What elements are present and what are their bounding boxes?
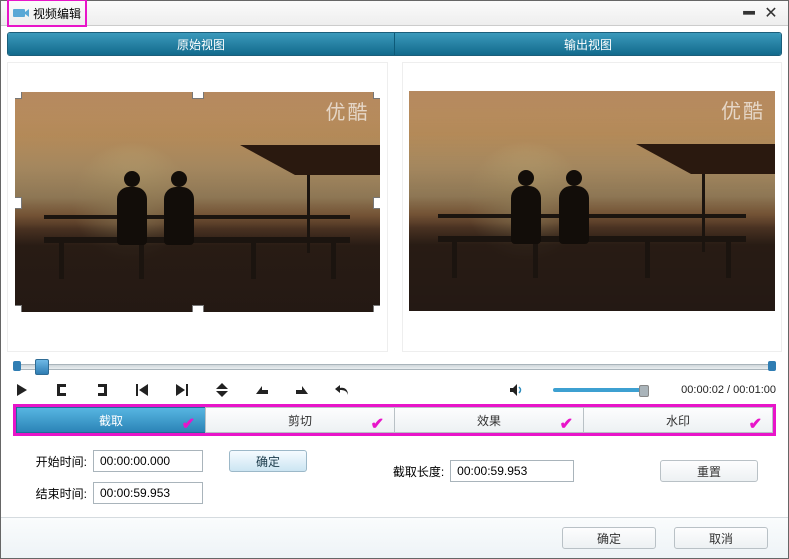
check-icon: ✔ — [749, 414, 762, 434]
timeline-start-marker[interactable] — [13, 361, 21, 371]
crop-length-label: 截取长度: — [393, 463, 444, 480]
check-icon: ✔ — [560, 414, 573, 434]
dialog-footer: 确定 取消 — [1, 517, 788, 558]
end-time-label: 结束时间: — [31, 485, 87, 502]
ok-button[interactable]: 确定 — [562, 527, 656, 549]
check-icon: ✔ — [182, 414, 195, 434]
video-scene — [409, 91, 776, 311]
playback-toolbar: 00:00:02 / 00:01:00 — [7, 376, 782, 404]
original-view-header: 原始视图 — [8, 33, 395, 55]
reset-button[interactable]: 重置 — [660, 460, 758, 482]
tab-crop[interactable]: 截取✔ — [16, 407, 205, 433]
crop-handle-mr[interactable] — [373, 197, 381, 209]
preview-row: 优酷 优 — [7, 62, 782, 352]
original-preview[interactable]: 优酷 — [7, 62, 388, 352]
rotate-left-button[interactable] — [253, 381, 271, 399]
tab-effect[interactable]: 效果✔ — [394, 407, 583, 433]
start-time-label: 开始时间: — [31, 453, 87, 470]
crop-handle-tr[interactable] — [373, 91, 381, 99]
volume-icon[interactable] — [507, 381, 525, 399]
title-bar: 视频编辑 ━ ✕ — [1, 1, 788, 26]
output-preview: 优酷 — [402, 62, 783, 352]
app-icon — [13, 7, 29, 19]
next-frame-button[interactable] — [173, 381, 191, 399]
rotate-right-button[interactable] — [293, 381, 311, 399]
output-view-header: 输出视图 — [395, 33, 781, 55]
content-area: 原始视图 输出视图 优酷 — [1, 26, 788, 517]
volume-thumb[interactable] — [639, 385, 649, 397]
crop-handle-ml[interactable] — [14, 197, 22, 209]
crop-handle-bm[interactable] — [192, 305, 204, 313]
window-title: 视频编辑 — [33, 5, 81, 22]
tab-trim[interactable]: 剪切✔ — [205, 407, 394, 433]
close-button[interactable]: ✕ — [760, 2, 782, 24]
timeline-playhead[interactable] — [35, 359, 49, 375]
crop-form: 开始时间: 确定 结束时间: 截取长度: 重置 — [7, 436, 782, 510]
undo-button[interactable] — [333, 381, 351, 399]
cancel-button[interactable]: 取消 — [674, 527, 768, 549]
app-window: 视频编辑 ━ ✕ 原始视图 输出视图 优酷 — [0, 0, 789, 559]
prev-frame-button[interactable] — [133, 381, 151, 399]
apply-time-button[interactable]: 确定 — [229, 450, 307, 472]
title-highlight: 视频编辑 — [7, 0, 87, 27]
tab-watermark[interactable]: 水印✔ — [583, 407, 773, 433]
volume-slider[interactable] — [553, 388, 645, 392]
crop-handle-br[interactable] — [373, 305, 381, 313]
flip-vertical-button[interactable] — [213, 381, 231, 399]
minimize-button[interactable]: ━ — [738, 2, 760, 24]
crop-length-input[interactable] — [450, 460, 574, 482]
crop-handle-tl[interactable] — [14, 91, 22, 99]
play-button[interactable] — [13, 381, 31, 399]
start-time-input[interactable] — [93, 450, 203, 472]
timeline-track[interactable] — [13, 364, 776, 370]
playback-time: 00:00:02 / 00:01:00 — [681, 384, 776, 396]
output-video-frame: 优酷 — [409, 91, 776, 311]
end-time-input[interactable] — [93, 482, 203, 504]
timeline-end-marker[interactable] — [768, 361, 776, 371]
timeline-slider[interactable] — [13, 356, 776, 376]
source-watermark: 优酷 — [721, 95, 765, 124]
crop-handle-tm[interactable] — [192, 91, 204, 99]
video-scene — [15, 92, 380, 312]
mark-in-button[interactable] — [53, 381, 71, 399]
source-watermark: 优酷 — [326, 96, 370, 125]
crop-handle-bl[interactable] — [14, 305, 22, 313]
check-icon: ✔ — [371, 414, 384, 434]
original-video-frame[interactable]: 优酷 — [14, 91, 381, 313]
edit-tabs-highlight: 截取✔ 剪切✔ 效果✔ 水印✔ — [13, 404, 776, 436]
mark-out-button[interactable] — [93, 381, 111, 399]
view-header: 原始视图 输出视图 — [7, 32, 782, 56]
